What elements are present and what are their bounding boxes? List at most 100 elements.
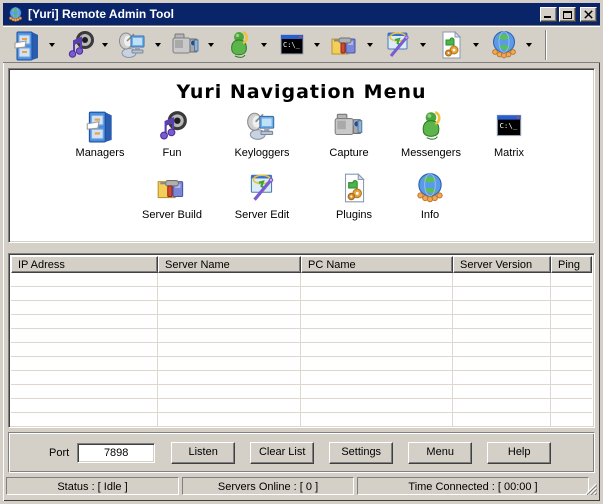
messengers-icon xyxy=(223,29,255,61)
column-header-ping[interactable]: Ping xyxy=(551,256,592,273)
nav-item-matrix[interactable]: Matrix xyxy=(464,109,554,159)
nav-item-keyloggers[interactable]: Keyloggers xyxy=(217,109,307,159)
nav-item-server-build[interactable]: Server Build xyxy=(127,171,217,221)
chevron-down-icon[interactable] xyxy=(261,43,267,47)
grid-line xyxy=(452,273,453,427)
port-label: Port xyxy=(49,447,69,459)
nav-item-fun[interactable]: Fun xyxy=(127,109,217,159)
time-connected-panel: Time Connected : [ 00:00 ] xyxy=(357,477,589,495)
list-row xyxy=(11,315,592,329)
plugins-icon xyxy=(337,171,371,205)
managers-icon xyxy=(83,109,117,143)
keyloggers-icon xyxy=(245,109,279,143)
nav-item-capture[interactable]: Capture xyxy=(304,109,394,159)
nav-item-info[interactable]: Info xyxy=(385,171,475,221)
chevron-down-icon[interactable] xyxy=(155,43,161,47)
nav-item-label: Messengers xyxy=(386,147,476,159)
server-build-icon xyxy=(329,29,361,61)
listview-header: IP Adress Server Name PC Name Server Ver… xyxy=(11,256,592,273)
control-panel: Port Listen Clear List Settings Menu Hel… xyxy=(8,432,595,473)
toolbar-keyloggers-button[interactable] xyxy=(117,29,163,61)
titlebar[interactable]: [Yuri] Remote Admin Tool xyxy=(3,3,600,25)
settings-button[interactable]: Settings xyxy=(329,442,393,464)
nav-item-label: Capture xyxy=(304,147,394,159)
nav-item-label: Matrix xyxy=(464,147,554,159)
toolbar-plugins-button[interactable] xyxy=(435,29,481,61)
chevron-down-icon[interactable] xyxy=(526,43,532,47)
listview-body xyxy=(11,273,592,427)
minimize-icon xyxy=(544,16,551,18)
server-edit-icon xyxy=(245,171,279,205)
menu-button[interactable]: Menu xyxy=(408,442,472,464)
matrix-icon xyxy=(492,109,526,143)
list-row xyxy=(11,273,592,287)
list-row xyxy=(11,399,592,413)
toolbar-matrix-button[interactable] xyxy=(276,29,322,61)
nav-item-server-edit[interactable]: Server Edit xyxy=(217,171,307,221)
server-listview: IP Adress Server Name PC Name Server Ver… xyxy=(8,253,595,428)
fun-icon xyxy=(64,29,96,61)
capture-icon xyxy=(332,109,366,143)
toolbar-server-build-button[interactable] xyxy=(329,29,375,61)
navigation-panel: Yuri Navigation Menu Managers Fun Keylog… xyxy=(8,68,595,243)
list-row xyxy=(11,413,592,427)
toolbar-managers-button[interactable] xyxy=(11,29,57,61)
list-row xyxy=(11,287,592,301)
minimize-button[interactable] xyxy=(540,7,557,22)
info-icon xyxy=(413,171,447,205)
list-row xyxy=(11,301,592,315)
grid-line xyxy=(550,273,551,427)
chevron-down-icon[interactable] xyxy=(314,43,320,47)
nav-item-label: Fun xyxy=(127,147,217,159)
toolbar-messengers-button[interactable] xyxy=(223,29,269,61)
resize-grip[interactable] xyxy=(584,482,597,495)
nav-menu-title: Yuri Navigation Menu xyxy=(9,81,594,103)
toolbar-server-edit-button[interactable] xyxy=(382,29,428,61)
port-input[interactable] xyxy=(77,443,155,463)
list-row xyxy=(11,329,592,343)
chevron-down-icon[interactable] xyxy=(49,43,55,47)
nav-item-label: Info xyxy=(385,209,475,221)
toolbar-separator xyxy=(545,30,547,60)
servers-online-panel: Servers Online : [ 0 ] xyxy=(182,477,354,495)
messengers-icon xyxy=(414,109,448,143)
chevron-down-icon[interactable] xyxy=(367,43,373,47)
list-row xyxy=(11,343,592,357)
chevron-down-icon[interactable] xyxy=(208,43,214,47)
chevron-down-icon[interactable] xyxy=(102,43,108,47)
column-header-ip-adress[interactable]: IP Adress xyxy=(11,256,158,273)
chevron-down-icon[interactable] xyxy=(420,43,426,47)
list-row xyxy=(11,385,592,399)
nav-item-messengers[interactable]: Messengers xyxy=(386,109,476,159)
window-title: [Yuri] Remote Admin Tool xyxy=(28,7,540,21)
toolbar xyxy=(3,25,600,63)
toolbar-capture-button[interactable] xyxy=(170,29,216,61)
server-build-icon xyxy=(155,171,189,205)
matrix-icon xyxy=(276,29,308,61)
server-edit-icon xyxy=(382,29,414,61)
toolbar-fun-button[interactable] xyxy=(64,29,110,61)
info-icon xyxy=(488,29,520,61)
nav-item-label: Server Edit xyxy=(217,209,307,221)
list-row xyxy=(11,371,592,385)
maximize-button[interactable] xyxy=(559,7,576,22)
column-header-pc-name[interactable]: PC Name xyxy=(301,256,453,273)
grid-line xyxy=(300,273,301,427)
column-header-server-version[interactable]: Server Version xyxy=(453,256,551,273)
nav-item-label: Server Build xyxy=(127,209,217,221)
help-button[interactable]: Help xyxy=(487,442,551,464)
close-button[interactable] xyxy=(580,7,597,22)
listen-button[interactable]: Listen xyxy=(171,442,235,464)
statusbar: Status : [ Idle ] Servers Online : [ 0 ]… xyxy=(6,477,597,497)
column-header-server-name[interactable]: Server Name xyxy=(158,256,301,273)
grid-line xyxy=(157,273,158,427)
toolbar-info-button[interactable] xyxy=(488,29,534,61)
globe-hands-icon xyxy=(7,6,24,23)
clear-list-button[interactable]: Clear List xyxy=(250,442,314,464)
status-panel: Status : [ Idle ] xyxy=(6,477,179,495)
plugins-icon xyxy=(435,29,467,61)
chevron-down-icon[interactable] xyxy=(473,43,479,47)
list-row xyxy=(11,357,592,371)
nav-item-label: Keyloggers xyxy=(217,147,307,159)
fun-icon xyxy=(155,109,189,143)
